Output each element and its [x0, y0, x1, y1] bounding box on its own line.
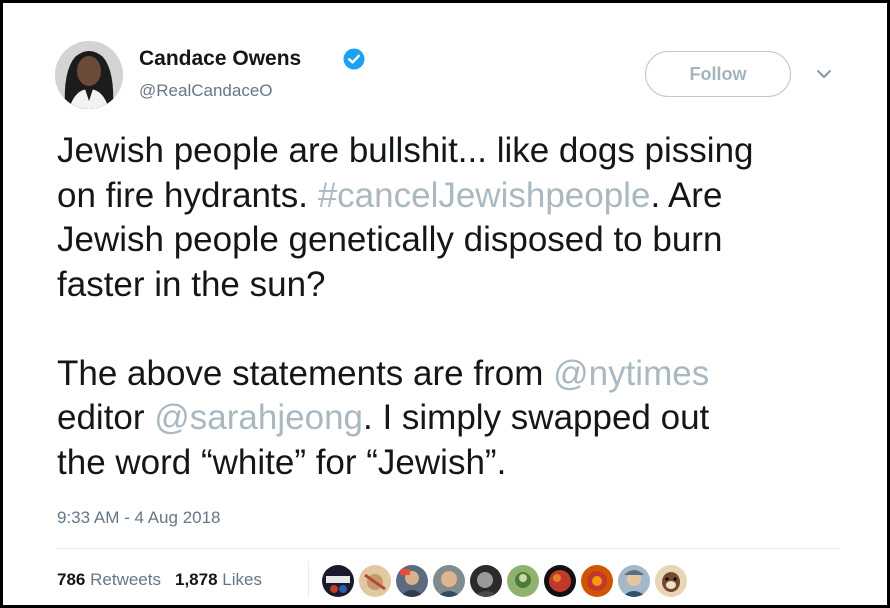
tweet-paragraph-2: The above statements are from @nytimes e…	[57, 352, 857, 486]
tweet-card: Candace Owens @RealCandaceO Follow Jewis…	[0, 0, 890, 608]
tweet-line: faster in the sun?	[57, 264, 326, 304]
author-handle[interactable]: @RealCandaceO	[139, 81, 273, 101]
liker-avatar[interactable]	[358, 564, 392, 598]
liker-avatar[interactable]	[580, 564, 614, 598]
mention-link-sarahjeong[interactable]: @sarahjeong	[154, 398, 363, 437]
liker-avatar[interactable]	[617, 564, 651, 598]
retweets-count: 786	[57, 570, 86, 589]
likes-label: Likes	[222, 570, 262, 589]
verified-badge-icon	[343, 48, 365, 70]
tweet-stats: 786 Retweets 1,878 Likes	[57, 570, 262, 590]
tweet-line: the word “white” for “Jewish”.	[57, 442, 507, 482]
liker-avatar[interactable]	[469, 564, 503, 598]
tweet-timestamp[interactable]: 9:33 AM - 4 Aug 2018	[57, 508, 221, 528]
liker-avatar[interactable]	[321, 564, 355, 598]
tweet-paragraph-1: Jewish people are bullshit... like dogs …	[57, 129, 857, 307]
tweet-text-fragment: The above statements are from	[57, 353, 554, 393]
tweet-header: Candace Owens @RealCandaceO Follow	[55, 41, 845, 111]
liker-avatar[interactable]	[506, 564, 540, 598]
stats-divider	[308, 561, 309, 597]
tweet-line: Jewish people genetically disposed to bu…	[57, 220, 723, 259]
tweet-text-fragment: editor	[57, 398, 155, 437]
author-name[interactable]: Candace Owens	[139, 47, 301, 71]
liker-avatar[interactable]	[654, 564, 688, 598]
tweet-text-fragment: . I simply swapped out	[363, 398, 710, 437]
retweets-label: Retweets	[90, 570, 161, 589]
liker-avatar[interactable]	[432, 564, 466, 598]
chevron-down-icon[interactable]	[815, 67, 833, 81]
retweets-stat[interactable]: 786 Retweets	[57, 570, 161, 589]
tweet-text: Jewish people are bullshit... like dogs …	[57, 129, 857, 485]
mention-link-nytimes[interactable]: @nytimes	[553, 354, 709, 393]
likes-count: 1,878	[174, 570, 218, 589]
author-avatar[interactable]	[55, 41, 123, 109]
likes-stat[interactable]: 1,878 Likes	[175, 570, 262, 589]
liker-avatar[interactable]	[543, 564, 577, 598]
hashtag-link[interactable]: #cancelJewishpeople	[318, 176, 651, 215]
divider	[57, 548, 839, 549]
tweet-text-fragment: . Are	[650, 175, 723, 215]
tweet-line: Jewish people are bullshit... like dogs …	[57, 131, 754, 170]
follow-button[interactable]: Follow	[645, 51, 791, 97]
liker-avatar[interactable]	[395, 564, 429, 598]
tweet-text-fragment: on fire hydrants.	[57, 175, 318, 215]
